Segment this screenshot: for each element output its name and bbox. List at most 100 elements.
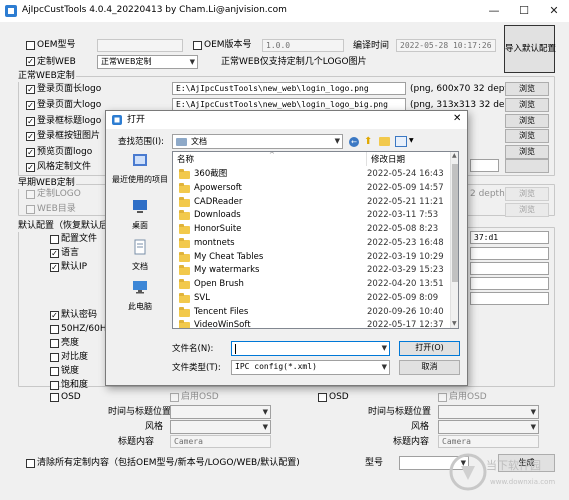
close-icon[interactable]: ✕ (539, 0, 569, 22)
list-item[interactable]: montnets 2022-05-23 16:48 (173, 237, 449, 251)
list-item[interactable]: CADReader 2022-05-21 11:21 (173, 196, 449, 210)
place-desktop[interactable]: 桌面 (109, 197, 171, 231)
filename-input[interactable]: ▼ (231, 341, 390, 356)
style-browse-button[interactable] (505, 159, 549, 173)
oem-version-checkbox[interactable] (193, 41, 202, 50)
new-folder-icon[interactable] (379, 137, 390, 146)
osd-left-pos-select[interactable]: ▼ (170, 405, 271, 419)
login-title-logo-checkbox[interactable] (26, 117, 35, 126)
hz-checkbox[interactable] (50, 325, 59, 334)
folder-icon (179, 210, 190, 221)
login-long-logo-path[interactable]: E:\AjIpcCustTools\new_web\login_logo.png (172, 82, 406, 95)
sharpness-checkbox[interactable] (50, 367, 59, 376)
osd-right-checkbox[interactable] (318, 393, 327, 402)
minimize-icon[interactable]: — (479, 0, 509, 22)
login-long-logo-checkbox[interactable] (26, 85, 35, 94)
custom-web-select[interactable]: 正常WEB定制 ▼ (97, 55, 198, 69)
osd-left-enable-checkbox[interactable] (170, 393, 179, 402)
list-item[interactable]: SVL 2022-05-09 8:09 (173, 292, 449, 306)
column-divider (366, 152, 367, 166)
scroll-up-icon[interactable]: ▲ (452, 152, 457, 159)
saturation-checkbox[interactable] (50, 381, 59, 390)
filetype-select[interactable]: IPC config(*.xml) ▼ (231, 360, 390, 375)
list-item[interactable]: My Cheat Tables 2022-03-19 10:29 (173, 251, 449, 265)
custom-web-checkbox[interactable] (26, 57, 35, 66)
custom-logo-checkbox[interactable] (26, 190, 35, 199)
language-checkbox[interactable] (50, 249, 59, 258)
web-dir-checkbox[interactable] (26, 205, 35, 214)
custom-web-select-value: 正常WEB定制 (101, 57, 152, 66)
scrollbar[interactable]: ▲ ▼ (450, 152, 458, 328)
browse-button[interactable]: 浏览 (505, 203, 549, 217)
scroll-down-icon[interactable]: ▼ (452, 320, 457, 327)
folder-icon (179, 224, 190, 234)
list-item[interactable]: Tencent Files 2020-09-26 10:40 (173, 306, 449, 320)
place-documents[interactable]: 文档 (109, 238, 171, 272)
config-file-checkbox[interactable] (50, 235, 59, 244)
file-date: 2022-03-29 15:23 (367, 265, 444, 276)
browse-button[interactable]: 浏览 (505, 145, 549, 159)
mac-field[interactable]: 37:d1 (470, 231, 549, 244)
look-in-select[interactable]: 文档 ▼ (172, 134, 343, 149)
default-password-checkbox[interactable] (50, 311, 59, 320)
list-item[interactable]: Open Brush 2022-04-20 13:51 (173, 278, 449, 292)
folder-icon (179, 169, 190, 179)
list-item[interactable]: VideoWinSoft 2022-05-17 12:37 (173, 319, 449, 328)
place-label: 文档 (132, 262, 148, 271)
right-field-3[interactable] (470, 277, 549, 290)
osd-right-enable-checkbox[interactable] (438, 393, 447, 402)
list-item[interactable]: Apowersoft 2022-05-09 14:57 (173, 182, 449, 196)
list-item[interactable]: 360截图 2022-05-24 16:43 (173, 168, 449, 182)
maximize-icon[interactable]: ☐ (509, 0, 539, 22)
contrast-checkbox[interactable] (50, 353, 59, 362)
clear-all-checkbox[interactable] (26, 459, 35, 468)
cancel-button[interactable]: 取消 (399, 360, 460, 375)
brightness-checkbox[interactable] (50, 339, 59, 348)
place-recent[interactable]: 最近使用的项目 (109, 151, 171, 185)
column-date[interactable]: 修改日期 (371, 154, 405, 166)
preview-logo-checkbox[interactable] (26, 148, 35, 157)
osd-right-style-select[interactable]: ▼ (438, 420, 539, 434)
browse-button[interactable]: 浏览 (505, 82, 549, 96)
list-item[interactable]: My watermarks 2022-03-29 15:23 (173, 264, 449, 278)
osd-left-enable-label: 启用OSD (181, 392, 219, 402)
default-config-group-title: 默认配置（恢复默认后保 (17, 220, 119, 232)
osd-left-title-field[interactable]: Camera (170, 435, 271, 448)
list-item[interactable]: Downloads 2022-03-11 7:53 (173, 209, 449, 223)
chevron-down-icon[interactable]: ▼ (409, 137, 414, 144)
compile-time-field: 2022-05-28 10:17:26 (396, 39, 496, 52)
oem-model-field[interactable] (97, 39, 183, 52)
dialog-close-icon[interactable]: ✕ (453, 113, 461, 125)
open-button[interactable]: 打开(O) (399, 341, 460, 356)
oem-model-checkbox[interactable] (26, 41, 35, 50)
osd-left-style-select[interactable]: ▼ (170, 420, 271, 434)
right-field-4[interactable] (470, 292, 549, 305)
list-item[interactable]: HonorSuite 2022-05-08 8:23 (173, 223, 449, 237)
browse-button[interactable]: 浏览 (505, 129, 549, 143)
file-name: My Cheat Tables (194, 251, 264, 262)
right-field-2[interactable] (470, 262, 549, 275)
browse-button[interactable]: 浏览 (505, 187, 549, 201)
place-this-pc[interactable]: 此电脑 (109, 278, 171, 312)
osd-left-checkbox[interactable] (50, 393, 59, 402)
view-menu-icon[interactable] (395, 136, 407, 147)
back-arrow-icon[interactable]: ← (349, 137, 359, 147)
browse-button[interactable]: 浏览 (505, 98, 549, 112)
right-field-1[interactable] (470, 247, 549, 260)
model-label: 型号 (365, 458, 384, 468)
style-file-checkbox[interactable] (26, 163, 35, 172)
oem-version-field[interactable]: 1.0.0 (262, 39, 344, 52)
style-file-path[interactable] (470, 159, 499, 172)
osd-right-title-field[interactable]: Camera (438, 435, 539, 448)
scrollbar-thumb[interactable] (452, 164, 458, 282)
column-name[interactable]: 名称 (177, 154, 194, 166)
sort-chevron-icon: ^ (269, 151, 275, 159)
watermark-text: 当下软件园 (486, 459, 541, 472)
import-default-config-button[interactable]: 导入默认配置 (504, 25, 556, 73)
login-big-logo-checkbox[interactable] (26, 101, 35, 110)
up-folder-icon[interactable]: ⬆ (364, 136, 372, 147)
default-ip-checkbox[interactable] (50, 263, 59, 272)
login-button-image-checkbox[interactable] (26, 132, 35, 141)
osd-right-pos-select[interactable]: ▼ (438, 405, 539, 419)
browse-button[interactable]: 浏览 (505, 114, 549, 128)
